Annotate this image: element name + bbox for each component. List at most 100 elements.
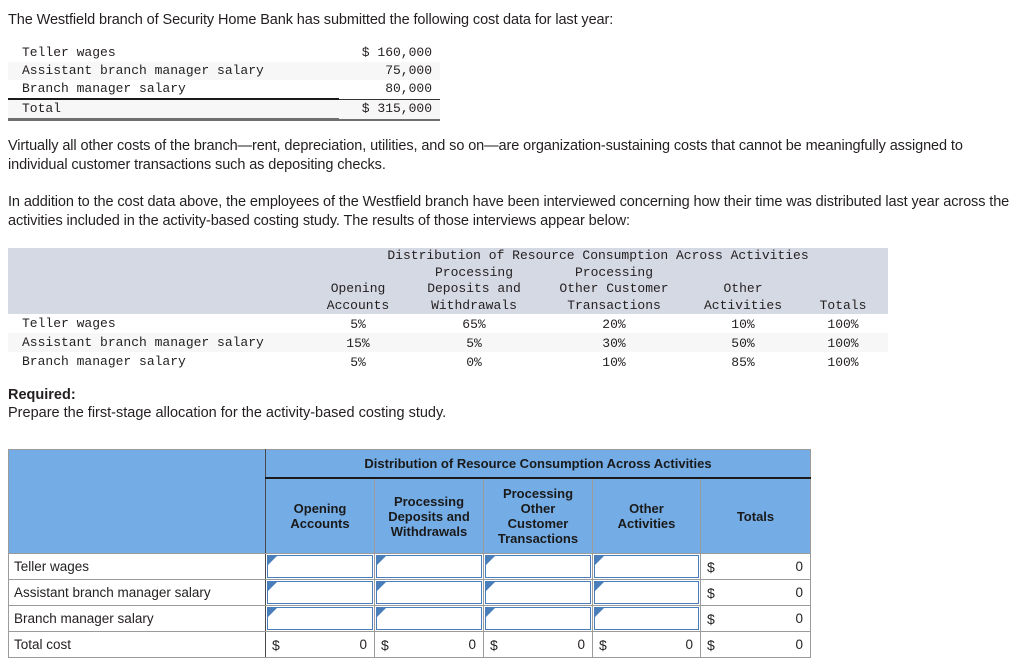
total-value: 0	[795, 585, 803, 600]
header-line: Activities	[617, 516, 676, 531]
header-line: Opening	[293, 501, 347, 516]
entry-box[interactable]	[267, 581, 373, 604]
spacer-cell	[8, 281, 308, 298]
dist-other-activities: 10%	[731, 317, 755, 332]
input-assistant-opening-accounts[interactable]	[265, 579, 375, 606]
dist-deposits-withdrawals: 0%	[466, 355, 482, 370]
entry-box[interactable]	[267, 607, 373, 630]
distribution-group-header: Distribution of Resource Consumption Acr…	[387, 248, 809, 263]
distribution-data-table: Distribution of Resource Consumption Acr…	[8, 248, 888, 371]
currency-symbol: $	[707, 584, 715, 601]
amount-value: 315,000	[377, 101, 432, 116]
table-row-total: Total $ 315,000	[8, 98, 440, 121]
org-sustaining-paragraph: Virtually all other costs of the branch—…	[8, 138, 963, 173]
entry-box[interactable]	[267, 555, 373, 578]
total-value: 0	[795, 611, 803, 626]
answer-group-header: Distribution of Resource Consumption Acr…	[265, 449, 811, 479]
table-row: Teller wages $ 0	[8, 553, 811, 580]
dist-deposits-withdrawals: 5%	[466, 336, 482, 351]
input-branch-deposits-withdrawals[interactable]	[374, 605, 484, 632]
table-row: Assistant branch manager salary $ 0	[8, 579, 811, 606]
dist-col-4-line2	[798, 281, 888, 298]
dist-other-customer: 20%	[602, 317, 626, 332]
currency-symbol: $	[707, 636, 715, 653]
dist-col-4-line3: Totals	[819, 297, 867, 313]
input-assistant-other-activities[interactable]	[592, 579, 701, 606]
cost-row-label: Teller wages	[22, 45, 116, 60]
entry-box[interactable]	[376, 607, 482, 630]
currency-symbol: $	[272, 636, 280, 653]
header-line: Customer	[507, 516, 569, 531]
dist-other-activities: 85%	[731, 355, 755, 370]
answer-row-label: Branch manager salary	[8, 605, 266, 632]
answer-group-header-row: Distribution of Resource Consumption Acr…	[8, 449, 811, 554]
intro-paragraph: The Westfield branch of Security Home Ba…	[8, 12, 614, 28]
table-row: Branch manager salary 5% 0% 10% 85% 100%	[8, 352, 888, 371]
entry-box[interactable]	[594, 607, 699, 630]
dist-other-activities: 50%	[731, 336, 755, 351]
dist-col-1-line2: Deposits and	[427, 281, 521, 296]
cost-total-amount: $ 315,000	[338, 98, 440, 121]
dist-other-customer: 30%	[602, 336, 626, 351]
header-line: Totals	[736, 508, 775, 524]
table-row: Branch manager salary 80,000	[8, 80, 440, 99]
input-branch-other-customer[interactable]	[483, 605, 593, 632]
total-cost-opening-accounts: $ 0	[265, 631, 375, 658]
answer-row-label: Teller wages	[8, 553, 266, 580]
answer-col-other-customer-transactions: Processing Other Customer Transactions	[483, 477, 593, 554]
input-assistant-other-customer[interactable]	[483, 579, 593, 606]
distribution-group-header-row: Distribution of Resource Consumption Acr…	[8, 248, 888, 265]
answer-table-corner	[8, 449, 266, 554]
answer-col-deposits-withdrawals: Processing Deposits and Withdrawals	[374, 477, 484, 554]
total-value: 0	[795, 559, 803, 574]
dist-col-0-line2: Opening	[330, 281, 386, 296]
dist-row-label: Teller wages	[22, 316, 116, 331]
entry-box[interactable]	[485, 581, 591, 604]
currency-symbol: $	[599, 636, 607, 653]
entry-box[interactable]	[594, 581, 699, 604]
header-line: Deposits and	[388, 508, 470, 524]
cost-data-table: Teller wages $ 160,000 Assistant branch …	[8, 44, 440, 121]
total-branch-manager-salary: $ 0	[700, 605, 811, 632]
entry-box[interactable]	[594, 555, 699, 578]
entry-box[interactable]	[485, 607, 591, 630]
input-teller-opening-accounts[interactable]	[265, 553, 375, 580]
entry-box[interactable]	[376, 581, 482, 604]
table-row: Teller wages 5% 65% 20% 10% 100%	[8, 314, 888, 333]
input-teller-other-customer[interactable]	[483, 553, 593, 580]
amount-value: 160,000	[377, 45, 432, 60]
dist-other-customer: 10%	[602, 355, 626, 370]
input-teller-other-activities[interactable]	[592, 553, 701, 580]
input-teller-deposits-withdrawals[interactable]	[374, 553, 484, 580]
first-stage-allocation-table: Distribution of Resource Consumption Acr…	[8, 449, 811, 658]
dist-col-1-line1: Processing	[434, 264, 513, 280]
total-value: 0	[359, 637, 367, 652]
currency-symbol: $	[490, 636, 498, 653]
entry-box[interactable]	[376, 555, 482, 578]
cost-row-label: Branch manager salary	[22, 81, 186, 96]
input-assistant-deposits-withdrawals[interactable]	[374, 579, 484, 606]
cost-row-amount: $ 160,000	[339, 44, 440, 62]
total-teller-wages: $ 0	[700, 553, 811, 580]
table-row: Assistant branch manager salary 75,000	[8, 62, 440, 80]
input-branch-opening-accounts[interactable]	[265, 605, 375, 632]
dist-col-3-line2: Other	[723, 281, 763, 296]
distribution-header-line2-row: Opening Deposits and Other Customer Othe…	[8, 281, 888, 298]
required-heading: Required:	[8, 387, 76, 403]
input-branch-other-activities[interactable]	[592, 605, 701, 632]
header-line: Withdrawals	[390, 523, 468, 539]
total-value: 0	[468, 637, 476, 652]
total-value: 0	[685, 637, 693, 652]
currency-symbol: $	[707, 558, 715, 575]
required-instruction: Prepare the first-stage allocation for t…	[8, 405, 447, 421]
answer-total-label: Total cost	[8, 631, 266, 658]
header-line: Other	[629, 501, 664, 516]
table-row: Branch manager salary $ 0	[8, 605, 811, 632]
currency-symbol: $	[361, 101, 370, 116]
cost-row-amount: 80,000	[339, 80, 440, 99]
header-line: Transactions	[497, 531, 579, 546]
total-cost-totals: $ 0	[700, 631, 811, 658]
dist-col-4-line1	[798, 265, 888, 282]
entry-box[interactable]	[485, 555, 591, 578]
header-line: Other	[520, 501, 556, 516]
